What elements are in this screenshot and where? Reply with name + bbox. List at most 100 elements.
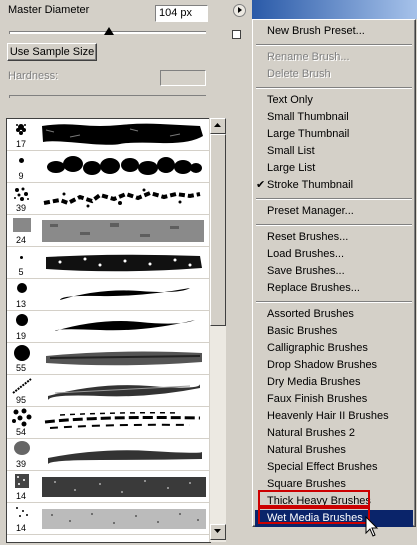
- brush-size: 17: [15, 139, 26, 149]
- brush-tip: 95: [7, 375, 37, 406]
- highlight-box-wet-media: [258, 507, 370, 524]
- brush-tip: 14: [7, 503, 37, 534]
- brush-list-scrollbar[interactable]: [209, 118, 226, 542]
- menu-item-replace-brushes[interactable]: Replace Brushes...: [255, 280, 413, 297]
- menu-item-natural-brushes-2[interactable]: Natural Brushes 2: [255, 425, 413, 442]
- brush-size: 39: [15, 459, 26, 469]
- menu-item-save-brushes[interactable]: Save Brushes...: [255, 263, 413, 280]
- menu-item-basic-brushes[interactable]: Basic Brushes: [255, 323, 413, 340]
- menu-item-special-effect-brushes[interactable]: Special Effect Brushes: [255, 459, 413, 476]
- brush-row[interactable]: 55: [7, 343, 210, 375]
- window-title-strip: [252, 0, 417, 19]
- flyout-menu-button[interactable]: [233, 4, 246, 17]
- brush-tip: 14: [7, 471, 37, 502]
- brush-size: 24: [15, 235, 26, 245]
- brush-tip: 54: [7, 407, 37, 438]
- brush-tip: 9: [7, 151, 37, 182]
- menu-separator: [256, 301, 412, 303]
- brush-stroke-preview: [44, 412, 201, 429]
- use-sample-size-button[interactable]: Use Sample Size: [7, 43, 97, 61]
- brush-stroke-preview: [55, 320, 195, 331]
- menu-item-preset-manager[interactable]: Preset Manager...: [255, 203, 413, 220]
- menu-separator: [256, 87, 412, 89]
- brush-size: 5: [18, 267, 24, 277]
- scroll-up-button[interactable]: [210, 118, 226, 134]
- menu-item-faux-finish-brushes[interactable]: Faux Finish Brushes: [255, 391, 413, 408]
- menu-item-new-brush-preset[interactable]: New Brush Preset...: [255, 23, 413, 40]
- menu-separator: [256, 44, 412, 46]
- menu-item-large-list[interactable]: Large List: [255, 160, 413, 177]
- brush-row[interactable]: 39: [7, 183, 210, 215]
- brush-tip: 55: [7, 343, 37, 374]
- brush-size: 9: [18, 171, 24, 181]
- mouse-pointer-icon: [365, 516, 379, 537]
- brush-stroke-preview: [47, 156, 202, 175]
- brush-tip: 19: [7, 311, 37, 342]
- brush-stroke-preview: [42, 509, 206, 529]
- brush-row[interactable]: 95: [7, 375, 210, 407]
- menu-item-load-brushes[interactable]: Load Brushes...: [255, 246, 413, 263]
- menu-item-large-thumbnail[interactable]: Large Thumbnail: [255, 126, 413, 143]
- brush-stroke-preview: [46, 254, 202, 272]
- brush-row[interactable]: 17: [7, 119, 210, 151]
- brush-stroke-preview: [48, 450, 202, 464]
- brush-flyout-menu: New Brush Preset... Rename Brush... Dele…: [252, 19, 416, 527]
- brush-list[interactable]: 17 9 39 24 5 13 19 55 95 54 39 14 14: [6, 118, 211, 543]
- brush-tip: 13: [7, 279, 37, 310]
- menu-separator: [256, 224, 412, 226]
- brush-stroke-preview: [46, 351, 202, 366]
- brush-stroke-preview: [42, 123, 203, 145]
- brush-row[interactable]: 14: [7, 503, 210, 535]
- brush-size: 14: [15, 491, 26, 501]
- menu-separator: [256, 198, 412, 200]
- brush-row[interactable]: 54: [7, 407, 210, 439]
- menu-item-assorted-brushes[interactable]: Assorted Brushes: [255, 306, 413, 323]
- menu-item-calligraphic-brushes[interactable]: Calligraphic Brushes: [255, 340, 413, 357]
- menu-item-dry-media-brushes[interactable]: Dry Media Brushes: [255, 374, 413, 391]
- brush-stroke-preview: [42, 220, 204, 242]
- scroll-down-button[interactable]: [210, 524, 226, 540]
- hardness-slider-track: [9, 95, 206, 98]
- brush-size: 14: [15, 523, 26, 533]
- diameter-slider-thumb[interactable]: [104, 27, 114, 35]
- brush-row[interactable]: 5: [7, 247, 210, 279]
- menu-item-small-thumbnail[interactable]: Small Thumbnail: [255, 109, 413, 126]
- menu-item-reset-brushes[interactable]: Reset Brushes...: [255, 229, 413, 246]
- scroll-thumb[interactable]: [210, 134, 226, 326]
- menu-item-drop-shadow-brushes[interactable]: Drop Shadow Brushes: [255, 357, 413, 374]
- brush-row[interactable]: 24: [7, 215, 210, 247]
- hardness-input[interactable]: [160, 70, 206, 86]
- highlight-box-thick-heavy: [258, 490, 370, 507]
- brush-tip: 39: [7, 183, 37, 214]
- checkmark-icon: ✔: [256, 179, 266, 191]
- brush-size: 39: [15, 203, 26, 213]
- brush-row[interactable]: 19: [7, 311, 210, 343]
- brush-tip: 17: [7, 119, 37, 150]
- brush-size: 95: [15, 395, 26, 405]
- brush-size: 19: [15, 331, 26, 341]
- bottom-strip: [252, 527, 417, 545]
- new-preset-icon[interactable]: [232, 30, 241, 39]
- brush-stroke-preview: [42, 477, 206, 497]
- brush-preset-panel: Master Diameter 104 px Use Sample Size H…: [0, 0, 252, 545]
- brush-row[interactable]: 9: [7, 151, 210, 183]
- menu-item-natural-brushes[interactable]: Natural Brushes: [255, 442, 413, 459]
- brush-row[interactable]: 14: [7, 471, 210, 503]
- menu-item-heavenly-hair-brushes[interactable]: Heavenly Hair II Brushes: [255, 408, 413, 425]
- menu-item-small-list[interactable]: Small List: [255, 143, 413, 160]
- brush-stroke-preview: [60, 288, 190, 300]
- menu-item-text-only[interactable]: Text Only: [255, 92, 413, 109]
- brush-size: 54: [15, 427, 26, 437]
- menu-item-rename-brush: Rename Brush...: [267, 51, 350, 63]
- brush-size: 13: [15, 299, 26, 309]
- brush-row[interactable]: 13: [7, 279, 210, 311]
- brush-row[interactable]: 39: [7, 439, 210, 471]
- menu-item-delete-brush: Delete Brush: [267, 68, 331, 80]
- brush-tip: 39: [7, 439, 37, 470]
- hardness-label: Hardness:: [8, 70, 59, 82]
- menu-item-stroke-thumbnail[interactable]: ✔ Stroke Thumbnail: [255, 177, 413, 194]
- master-diameter-label: Master Diameter: [8, 4, 90, 16]
- brush-size: 55: [15, 363, 26, 373]
- master-diameter-input[interactable]: 104 px: [155, 5, 208, 22]
- brush-stroke-preview: [43, 188, 201, 208]
